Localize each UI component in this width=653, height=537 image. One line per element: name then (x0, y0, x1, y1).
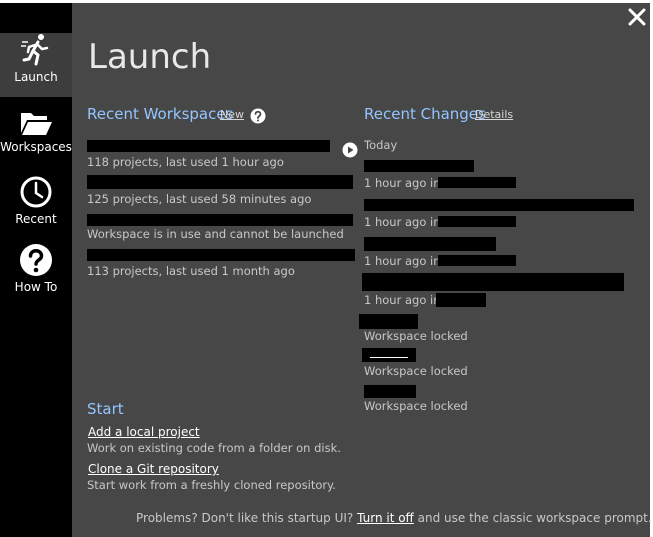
recent-workspaces-heading: Recent Workspaces (87, 105, 234, 123)
sidebar-item-launch[interactable]: Launch (0, 33, 72, 97)
locked-item-detail: Workspace locked (364, 329, 468, 343)
workspace-detail: Workspace is in use and cannot be launch… (87, 227, 344, 241)
clock-icon (20, 176, 52, 208)
workspace-name[interactable] (87, 249, 355, 261)
locked-item-title[interactable] (362, 348, 416, 362)
workspace-detail: 125 projects, last used 58 minutes ago (87, 192, 312, 206)
run-icon (21, 34, 49, 66)
add-local-project-description: Work on existing code from a folder on d… (87, 441, 341, 455)
play-icon[interactable] (342, 142, 358, 158)
new-workspace-link[interactable]: New (220, 108, 244, 121)
group-label: Today (364, 138, 398, 152)
workspace-name[interactable] (87, 175, 353, 189)
close-icon[interactable] (627, 7, 647, 27)
sidebar-item-recent[interactable]: Recent (0, 175, 72, 239)
help-icon[interactable] (250, 108, 266, 124)
footer-message: Problems? Don't like this startup UI? Tu… (136, 511, 652, 525)
locked-item-title[interactable] (364, 385, 416, 398)
sidebar-item-label: Workspaces (0, 140, 72, 154)
footer-prefix: Problems? Don't like this startup UI? (136, 511, 354, 525)
turn-it-off-link[interactable]: Turn it off (357, 511, 414, 525)
launch-window: Launch Workspaces Recent How To Launch R… (0, 3, 652, 537)
sidebar-item-label: How To (14, 280, 58, 294)
change-detail: 1 hour ago in (364, 254, 441, 268)
sidebar-item-workspaces[interactable]: Workspaces (0, 107, 72, 171)
change-title[interactable] (364, 160, 474, 172)
clone-git-repository-link[interactable]: Clone a Git repository (88, 462, 219, 476)
change-detail: 1 hour ago in (364, 215, 441, 229)
sidebar-item-how-to[interactable]: How To (0, 243, 72, 307)
change-detail: 1 hour ago in (364, 176, 441, 190)
sidebar-item-label: Launch (14, 70, 58, 84)
change-title[interactable] (364, 199, 634, 211)
details-link[interactable]: Details (475, 108, 513, 121)
workspace-detail: 118 projects, last used 1 hour ago (87, 155, 284, 169)
locked-item-detail: Workspace locked (364, 364, 468, 378)
change-title[interactable] (364, 237, 496, 251)
change-title[interactable] (362, 273, 624, 291)
locked-item-detail: Workspace locked (364, 399, 468, 413)
sidebar-item-label: Recent (15, 212, 57, 226)
clone-git-repository-description: Start work from a freshly cloned reposit… (87, 478, 336, 492)
help-icon (20, 244, 52, 276)
workspace-name[interactable] (87, 214, 353, 226)
folder-icon (21, 113, 52, 135)
workspace-detail: 113 projects, last used 1 month ago (87, 264, 295, 278)
change-workspace[interactable] (438, 216, 516, 227)
page-title: Launch (88, 37, 212, 77)
workspace-name[interactable] (87, 140, 330, 152)
recent-changes-heading: Recent Changes (364, 105, 486, 123)
divider (370, 357, 408, 358)
sidebar: Launch Workspaces Recent How To (0, 3, 72, 537)
start-heading: Start (87, 400, 124, 418)
add-local-project-link[interactable]: Add a local project (88, 425, 200, 439)
footer-suffix: and use the classic workspace prompt. (417, 511, 652, 525)
change-workspace[interactable] (438, 255, 516, 266)
change-workspace[interactable] (438, 177, 516, 188)
change-workspace[interactable] (436, 293, 486, 307)
locked-item-title[interactable] (359, 314, 418, 329)
change-detail: 1 hour ago in (364, 293, 441, 307)
